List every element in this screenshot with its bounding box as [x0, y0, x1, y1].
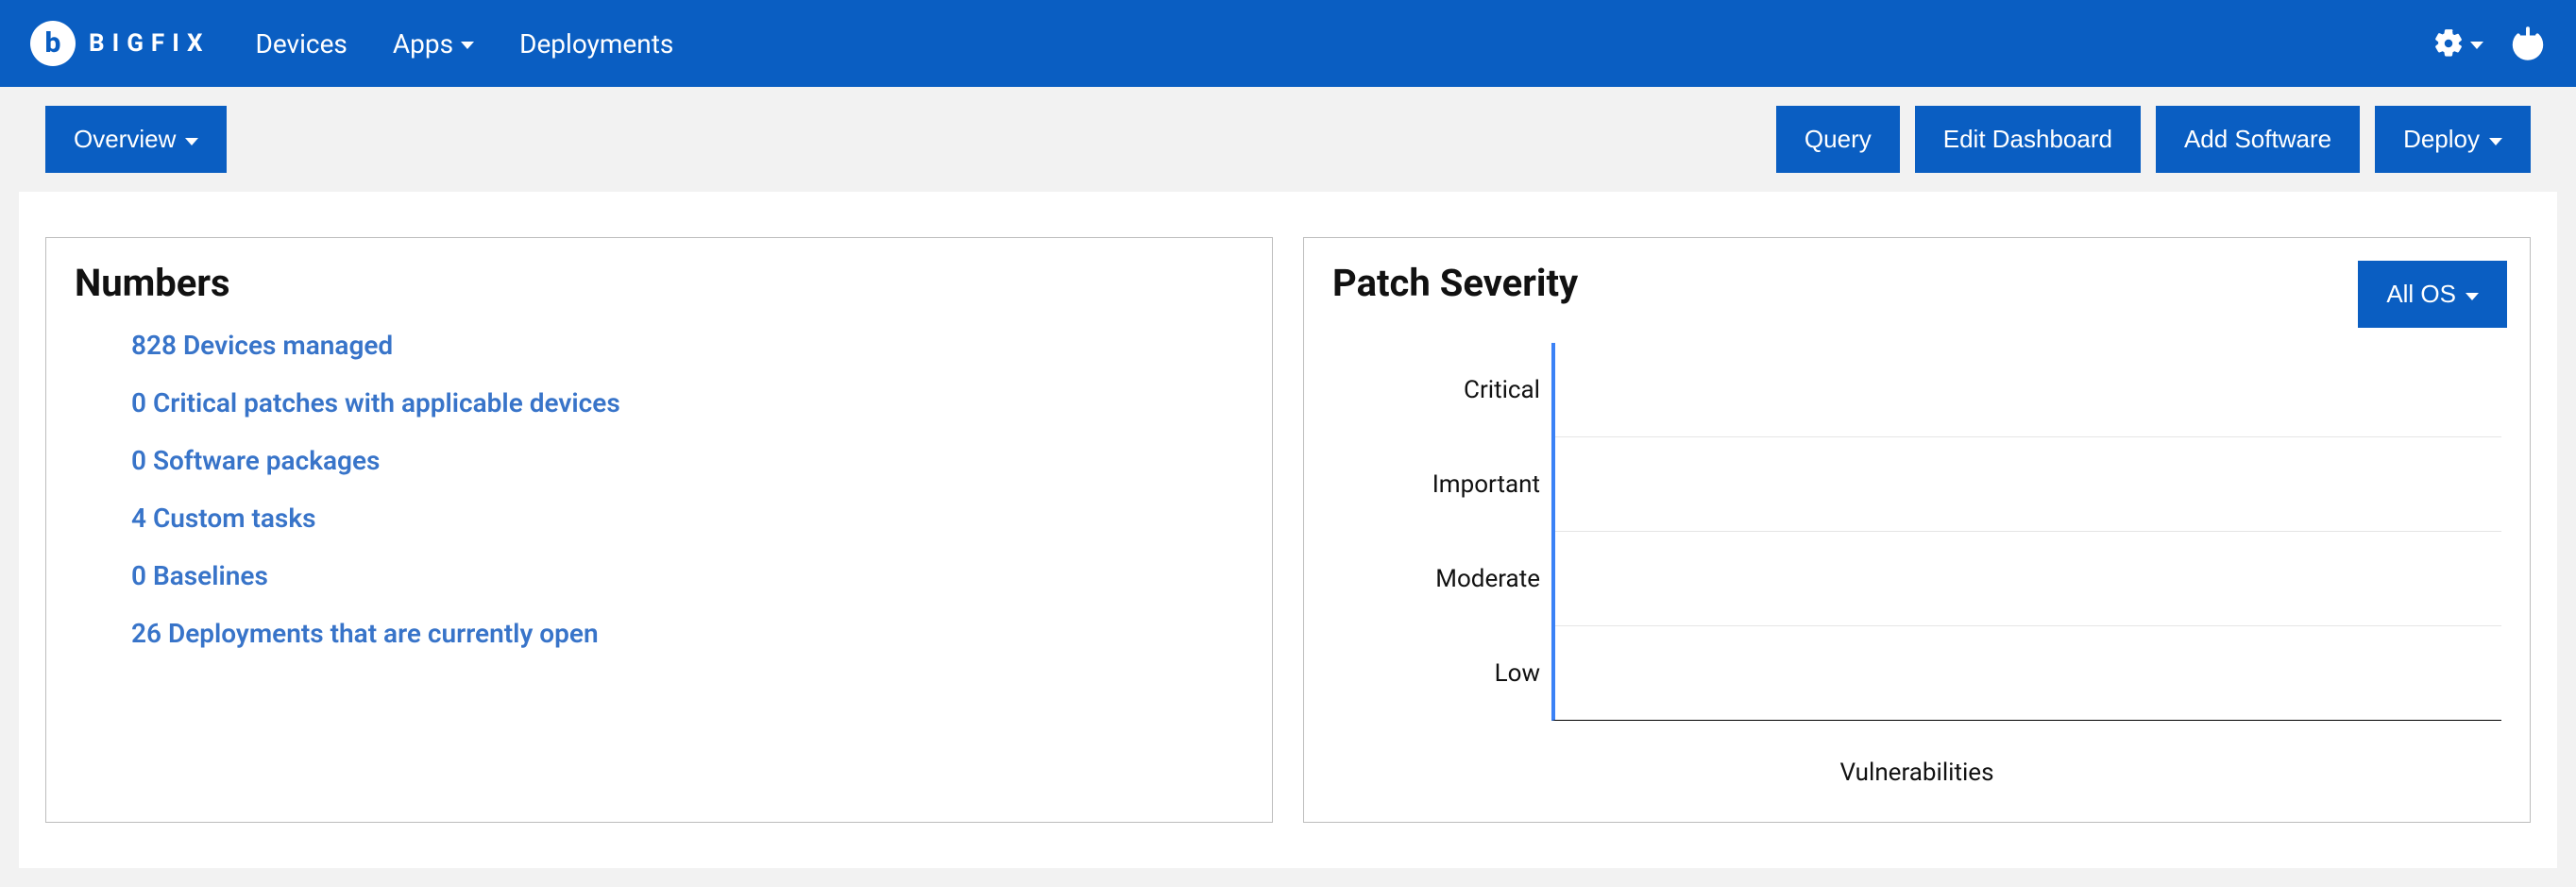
brand-text: BIGFIX [89, 29, 211, 58]
nav-deployments[interactable]: Deployments [519, 28, 673, 60]
add-software-label: Add Software [2184, 125, 2331, 154]
dashboard-body: Numbers 828 Devices managed 0 Critical pa… [19, 192, 2557, 868]
patch-severity-card: Patch Severity All OS Critical Important M… [1303, 237, 2531, 823]
numbers-link[interactable]: 26 Deployments that are currently open [131, 618, 599, 649]
numbers-title: Numbers [75, 261, 1244, 305]
chevron-down-icon [461, 42, 474, 49]
numbers-link[interactable]: 4 Custom tasks [131, 503, 316, 534]
brand-logo[interactable]: b BIGFIX [30, 21, 211, 66]
chevron-down-icon [2470, 42, 2483, 49]
nav-apps[interactable]: Apps [393, 28, 474, 60]
numbers-card: Numbers 828 Devices managed 0 Critical pa… [45, 237, 1273, 823]
chart-x-label: Vulnerabilities [1332, 759, 2501, 787]
os-filter-label: All OS [2386, 280, 2456, 309]
numbers-link[interactable]: 0 Baselines [131, 560, 268, 591]
chevron-down-icon [2489, 138, 2502, 145]
nav-right [2432, 26, 2546, 61]
overview-label: Overview [74, 125, 176, 154]
chart-row [1555, 343, 2501, 437]
logout-button[interactable] [2510, 26, 2546, 61]
numbers-item: 0 Critical patches with applicable devic… [131, 374, 1244, 432]
numbers-list: 828 Devices managed 0 Critical patches wi… [131, 316, 1244, 662]
numbers-item: 4 Custom tasks [131, 489, 1244, 547]
edit-dashboard-label: Edit Dashboard [1943, 125, 2112, 154]
deploy-dropdown[interactable]: Deploy [2375, 106, 2531, 173]
chevron-down-icon [185, 138, 198, 145]
numbers-link[interactable]: 828 Devices managed [131, 330, 393, 361]
os-filter-dropdown[interactable]: All OS [2358, 261, 2507, 328]
nav-devices[interactable]: Devices [256, 28, 347, 60]
add-software-button[interactable]: Add Software [2156, 106, 2360, 173]
numbers-link[interactable]: 0 Critical patches with applicable devic… [131, 387, 620, 418]
chart-category-label: Important [1332, 470, 1540, 499]
primary-nav: Devices Apps Deployments [256, 28, 674, 60]
deploy-label: Deploy [2403, 125, 2480, 154]
overview-dropdown[interactable]: Overview [45, 106, 227, 173]
edit-dashboard-button[interactable]: Edit Dashboard [1915, 106, 2141, 173]
numbers-link[interactable]: 0 Software packages [131, 445, 380, 476]
query-label: Query [1805, 125, 1872, 154]
gear-icon [2432, 27, 2465, 60]
chart-y-labels: Critical Important Moderate Low [1332, 343, 1540, 721]
chart-area [1551, 343, 2501, 721]
patch-title: Patch Severity [1332, 261, 2501, 305]
power-icon [2510, 26, 2546, 61]
chart-row [1555, 532, 2501, 626]
logo-icon: b [30, 21, 76, 66]
chart-category-label: Moderate [1332, 565, 1540, 593]
chart-category-label: Low [1332, 659, 1540, 688]
nav-apps-label: Apps [393, 28, 453, 60]
numbers-item: 0 Baselines [131, 547, 1244, 605]
patch-severity-chart: Critical Important Moderate Low [1332, 343, 2501, 721]
nav-deployments-label: Deployments [519, 28, 673, 60]
numbers-item: 828 Devices managed [131, 316, 1244, 374]
chart-row [1555, 626, 2501, 721]
query-button[interactable]: Query [1776, 106, 1900, 173]
numbers-item: 0 Software packages [131, 432, 1244, 489]
numbers-item: 26 Deployments that are currently open [131, 605, 1244, 662]
chart-category-label: Critical [1332, 376, 1540, 404]
settings-button[interactable] [2432, 27, 2483, 60]
chevron-down-icon [2466, 293, 2479, 300]
nav-devices-label: Devices [256, 28, 347, 60]
dashboard-toolbar: Overview Query Edit Dashboard Add Softwa… [0, 87, 2576, 192]
chart-row [1555, 437, 2501, 532]
top-navbar: b BIGFIX Devices Apps Deployments [0, 0, 2576, 87]
